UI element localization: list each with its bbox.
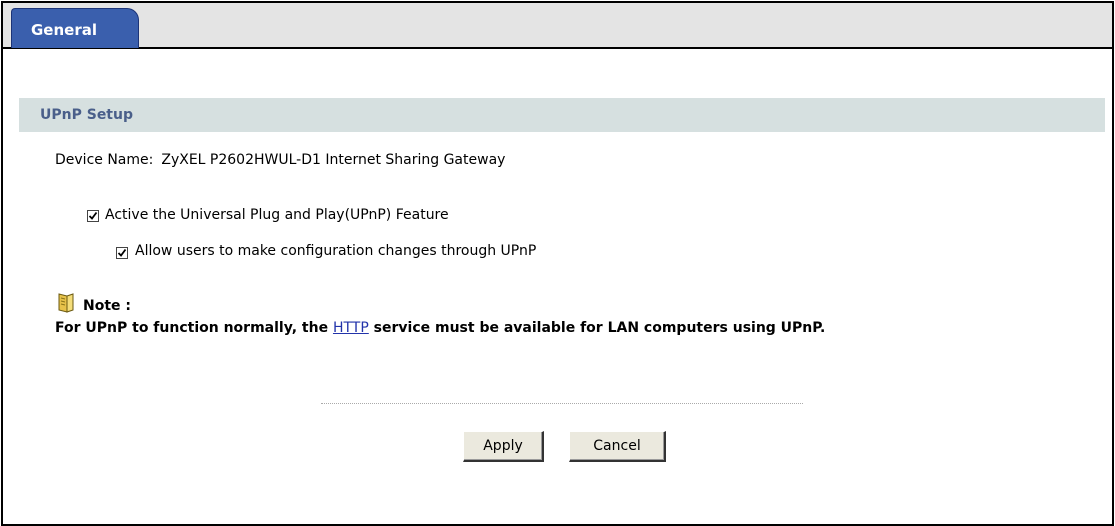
- content-frame: General UPnP Setup Device Name: ZyXEL P26…: [1, 1, 1114, 526]
- tab-general[interactable]: General: [11, 8, 139, 48]
- cancel-button[interactable]: Cancel: [569, 431, 666, 462]
- device-name-row: Device Name: ZyXEL P2602HWUL-D1 Internet …: [55, 152, 505, 168]
- note-text: For UPnP to function normally, the HTTP …: [55, 319, 1065, 337]
- upnp-enable-checkbox[interactable]: [87, 210, 99, 222]
- apply-button[interactable]: Apply: [463, 431, 544, 462]
- checkmark-icon: [88, 211, 98, 220]
- note-text-after: service must be available for LAN comput…: [368, 320, 826, 336]
- allow-config-checkbox[interactable]: [116, 247, 128, 259]
- note-icon: [55, 292, 77, 318]
- upnp-enable-label[interactable]: Active the Universal Plug and Play(UPnP)…: [105, 207, 449, 223]
- tab-bar: General: [3, 3, 1112, 49]
- allow-config-label[interactable]: Allow users to make configuration change…: [135, 243, 536, 259]
- device-name-value: ZyXEL P2602HWUL-D1 Internet Sharing Gate…: [161, 152, 506, 168]
- checkmark-icon: [117, 248, 127, 257]
- http-link[interactable]: HTTP: [333, 320, 369, 336]
- note-label: Note :: [83, 298, 131, 314]
- device-name-label: Device Name:: [55, 152, 154, 168]
- divider: [321, 403, 803, 404]
- section-header-upnp-setup: UPnP Setup: [19, 98, 1105, 132]
- note-text-before: For UPnP to function normally, the: [55, 320, 333, 336]
